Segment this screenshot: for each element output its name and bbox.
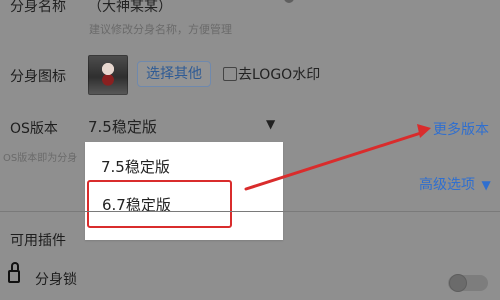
annotation-arrow <box>244 124 431 191</box>
annotation-arrow-line <box>244 130 426 191</box>
annotation-arrow-head <box>417 124 431 138</box>
page: 分身名称 （大神某某） 建议修改分身名称，方便管理 分身图标 选择其他 去LOG… <box>0 0 500 300</box>
